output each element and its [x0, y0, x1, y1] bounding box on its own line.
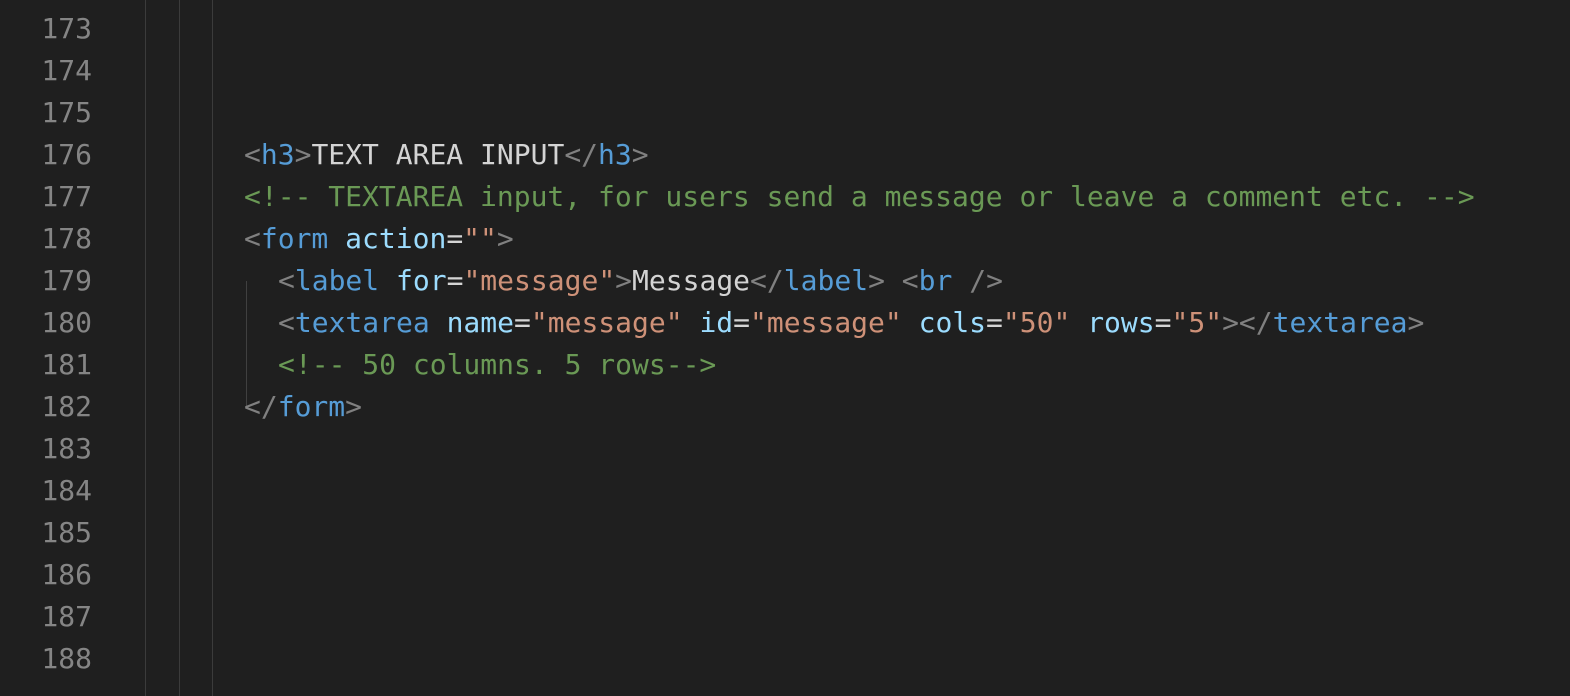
code-line-179[interactable]: <label for="message">Message</label> <br… [244, 260, 1570, 302]
code-line-186[interactable] [244, 554, 1570, 596]
equals: = [446, 264, 464, 297]
bracket: > [1407, 306, 1425, 339]
bracket: > [294, 138, 312, 171]
line-number: 173 [41, 12, 92, 45]
line-number: 181 [41, 348, 92, 381]
name-value: "message" [530, 306, 683, 339]
indent-guide-2 [212, 0, 213, 696]
line-number: 183 [41, 432, 92, 465]
line-number: 184 [41, 474, 92, 507]
line-number: 179 [41, 264, 92, 297]
code-line-176[interactable]: <h3>TEXT AREA INPUT</h3> [244, 134, 1570, 176]
h3-close-tag: h3 [598, 138, 632, 171]
bracket: < [244, 222, 261, 255]
line-number: 182 [41, 390, 92, 423]
action-value: "" [463, 222, 497, 255]
rows-value: "5" [1171, 306, 1223, 339]
name-attribute: name [446, 306, 515, 339]
code-line-184[interactable] [244, 470, 1570, 512]
code-line-175[interactable] [244, 92, 1570, 134]
code-line-183[interactable] [244, 428, 1570, 470]
code-line-178[interactable]: <form action=""> [244, 218, 1570, 260]
bracket: < [278, 264, 295, 297]
line-number: 178 [41, 222, 92, 255]
line-number-gutter: 172 173 174 175 176 177 178 179 180 181 … [0, 0, 110, 680]
code-line-182[interactable]: </form> [244, 386, 1570, 428]
h3-open-tag: h3 [260, 138, 295, 171]
for-value: "message" [463, 264, 616, 297]
code-area[interactable]: <h3>TEXT AREA INPUT</h3> <!-- TEXTAREA i… [244, 0, 1570, 680]
bracket: < [901, 264, 919, 297]
code-editor[interactable]: 172 173 174 175 176 177 178 179 180 181 … [0, 0, 1570, 696]
h3-text: TEXT AREA INPUT [311, 138, 565, 171]
bracket: > [868, 264, 885, 297]
id-value: "message" [750, 306, 902, 339]
code-line-173[interactable] [244, 8, 1570, 50]
form-close-tag: form [277, 390, 346, 423]
equals: = [446, 222, 464, 255]
rows-attribute: rows [1087, 306, 1155, 339]
code-line-187[interactable] [244, 596, 1570, 638]
code-line-177[interactable]: <!-- TEXTAREA input, for users send a me… [244, 176, 1570, 218]
bracket: </ [244, 390, 278, 423]
line-number: 186 [41, 558, 92, 591]
cols-value: "50" [1002, 306, 1071, 339]
line-number: 177 [41, 180, 92, 213]
bracket: > [345, 390, 363, 423]
equals: = [514, 306, 531, 339]
code-line-180[interactable]: <textarea name="message" id="message" co… [244, 302, 1570, 344]
equals: = [1154, 306, 1172, 339]
code-line-172[interactable] [244, 0, 1570, 8]
bracket: </ [750, 264, 784, 297]
br-tag: br [918, 264, 953, 297]
indent-guide-1 [179, 0, 180, 696]
html-comment: <!-- TEXTAREA input, for users send a me… [244, 180, 1475, 213]
equals: = [733, 306, 751, 339]
bracket: < [244, 138, 261, 171]
label-text: Message [632, 264, 751, 297]
code-line-185[interactable] [244, 512, 1570, 554]
line-number: 188 [41, 642, 92, 675]
gutter-divider [145, 0, 146, 696]
textarea-close-tag: textarea [1272, 306, 1408, 339]
code-line-181[interactable]: <!-- 50 columns. 5 rows--> [244, 344, 1570, 386]
line-number: 176 [41, 138, 92, 171]
bracket: /> [969, 264, 1003, 297]
code-line-174[interactable] [244, 50, 1570, 92]
form-open-tag: form [260, 222, 329, 255]
bracket: > [615, 264, 633, 297]
line-number: 187 [41, 600, 92, 633]
action-attribute: action [345, 222, 447, 255]
bracket: < [278, 306, 295, 339]
cols-attribute: cols [918, 306, 987, 339]
line-number: 172 [0, 0, 92, 8]
line-number: 185 [41, 516, 92, 549]
bracket: > [496, 222, 514, 255]
line-number: 175 [41, 96, 92, 129]
bracket: </ [564, 138, 599, 171]
line-number: 180 [41, 306, 92, 339]
label-open-tag: label [294, 264, 380, 297]
html-comment: <!-- 50 columns. 5 rows--> [278, 348, 717, 381]
id-attribute: id [699, 306, 734, 339]
equals: = [986, 306, 1003, 339]
code-line-188[interactable] [244, 638, 1570, 680]
bracket: ></ [1222, 306, 1273, 339]
for-attribute: for [396, 264, 447, 297]
textarea-open-tag: textarea [294, 306, 430, 339]
line-number: 174 [41, 54, 92, 87]
bracket: > [631, 138, 649, 171]
label-close-tag: label [783, 264, 869, 297]
